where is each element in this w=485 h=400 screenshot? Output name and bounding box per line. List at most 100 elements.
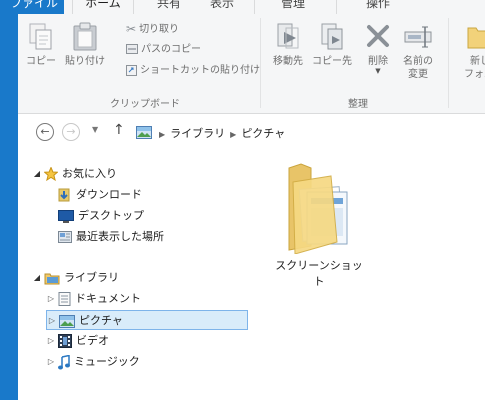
breadcrumb-separator-icon: ▶	[230, 130, 237, 139]
paste-shortcut-label: ショートカットの貼り付け	[140, 65, 260, 76]
rename-icon	[404, 26, 432, 48]
up-arrow-icon: ↑	[113, 122, 125, 138]
copy-to-icon	[321, 23, 343, 50]
copy-to-button[interactable]: コピー先	[310, 22, 354, 68]
nav-item-label: 最近表示した場所	[76, 230, 164, 243]
folder-item-screenshots[interactable]: スクリーンショット	[274, 158, 364, 289]
nav-libraries[interactable]: ◢ ライブラリ	[32, 268, 119, 288]
window-left-edge	[0, 0, 18, 400]
tab-file[interactable]: ファイル	[4, 0, 64, 14]
nav-item-desktop[interactable]: デスクトップ	[56, 206, 144, 226]
shortcut-icon	[126, 65, 137, 76]
pictures-library-icon	[136, 126, 152, 139]
tab-operations[interactable]: 操作	[348, 0, 408, 14]
expand-arrow-icon: ◢	[33, 169, 41, 178]
new-folder-icon	[467, 27, 485, 49]
nav-item-downloads[interactable]: ダウンロード	[56, 185, 142, 205]
group-divider	[448, 18, 449, 108]
copy-to-label: コピー先	[312, 56, 352, 67]
copy-path-label: パスのコピー	[141, 44, 201, 55]
new-folder-label-line2: フォル	[464, 69, 485, 80]
copy-icon	[29, 23, 52, 50]
collapsed-arrow-icon: ▷	[47, 336, 55, 345]
recent-places-icon	[58, 231, 72, 243]
back-arrow-icon: ←	[40, 125, 50, 138]
nav-favorites-label: お気に入り	[62, 167, 117, 180]
chevron-down-icon: ▼	[92, 125, 99, 134]
organize-group-label: 整理	[348, 99, 368, 110]
folder-item-label: スクリーンショット	[275, 259, 363, 288]
ribbon-tabs: ファイル ホーム 共有 表示 管理 操作	[4, 0, 485, 14]
tab-share[interactable]: 共有	[140, 0, 198, 14]
nav-item-documents[interactable]: ▷ ドキュメント	[46, 289, 141, 309]
tab-home[interactable]: ホーム	[72, 0, 134, 14]
tab-divider	[336, 0, 337, 14]
breadcrumb-separator-icon: ▶	[159, 130, 166, 139]
tab-divider	[254, 0, 255, 14]
new-folder-button[interactable]: 新し フォル	[454, 22, 485, 81]
nav-item-label: ビデオ	[76, 334, 109, 347]
recent-locations-button[interactable]: ▼	[92, 125, 98, 134]
move-to-button[interactable]: 移動先	[268, 22, 308, 68]
scissors-icon: ✂	[126, 22, 137, 36]
copy-label: コピー	[26, 56, 56, 67]
folder-icon	[288, 163, 348, 255]
address-bar-row: ← → ▼ ↑ ▶ ライブラリ ▶ ピクチャ	[18, 114, 485, 150]
paste-label: 貼り付け	[65, 56, 105, 67]
expand-arrow-icon: ◢	[33, 273, 41, 282]
chevron-down-icon: ▼	[375, 67, 381, 75]
move-to-icon	[277, 23, 299, 49]
nav-item-pictures[interactable]: ▷ ピクチャ	[46, 310, 248, 330]
forward-arrow-icon: →	[66, 125, 76, 138]
path-icon	[126, 44, 138, 54]
nav-favorites[interactable]: ◢ お気に入り	[32, 164, 117, 184]
forward-button[interactable]: →	[62, 123, 80, 141]
paste-icon	[73, 22, 97, 51]
rename-label-line2: 変更	[408, 69, 428, 80]
file-list-area: スクリーンショット	[254, 152, 485, 400]
documents-icon	[58, 292, 71, 306]
copy-path-button[interactable]: パスのコピー	[126, 41, 201, 59]
rename-label-line1: 名前の	[403, 56, 433, 67]
nav-item-label: デスクトップ	[78, 209, 144, 222]
downloads-icon	[58, 188, 70, 202]
navigation-pane: ◢ お気に入り ダウンロード デスクトップ 最近表示した場所 ◢ ライブラリ ▷ ドキ…	[18, 152, 250, 400]
breadcrumb-libraries[interactable]: ライブラリ	[170, 127, 225, 140]
collapsed-arrow-icon: ▷	[47, 294, 55, 303]
paste-button[interactable]: 貼り付け	[62, 22, 108, 68]
nav-item-label: ダウンロード	[76, 188, 142, 201]
clipboard-group-label: クリップボード	[110, 99, 180, 110]
cut-button[interactable]: ✂ 切り取り	[126, 20, 179, 38]
new-folder-label-line1: 新し	[470, 56, 485, 67]
tab-view[interactable]: 表示	[198, 0, 246, 14]
paste-shortcut-button[interactable]: ショートカットの貼り付け	[126, 62, 260, 80]
cut-label: 切り取り	[139, 24, 180, 35]
nav-libraries-label: ライブラリ	[64, 271, 119, 284]
tab-manage[interactable]: 管理	[266, 0, 320, 14]
delete-button[interactable]: 削除 ▼	[362, 22, 394, 75]
collapsed-arrow-icon: ▷	[48, 316, 56, 325]
explorer-window: ファイル ホーム 共有 表示 管理 操作 コピー 貼り付け ✂ 切り取り パスの…	[4, 0, 485, 400]
star-icon	[44, 167, 58, 181]
collapsed-arrow-icon: ▷	[47, 357, 55, 366]
breadcrumb-pictures[interactable]: ピクチャ	[241, 127, 285, 140]
back-button[interactable]: ←	[36, 123, 54, 141]
nav-item-recent-places[interactable]: 最近表示した場所	[56, 227, 164, 247]
nav-item-videos[interactable]: ▷ ビデオ	[46, 331, 109, 351]
videos-icon	[58, 334, 72, 348]
move-to-label: 移動先	[273, 56, 303, 67]
nav-item-label: ピクチャ	[79, 314, 123, 327]
rename-button[interactable]: 名前の 変更	[398, 22, 438, 81]
library-icon	[44, 273, 60, 285]
group-divider	[260, 18, 261, 108]
nav-item-music[interactable]: ▷ ミュージック	[46, 352, 140, 372]
pictures-icon	[59, 314, 75, 328]
delete-label: 削除	[368, 56, 388, 67]
up-button[interactable]: ↑	[113, 122, 125, 138]
copy-button[interactable]: コピー	[24, 22, 58, 68]
music-note-icon	[58, 354, 70, 369]
breadcrumb: ▶ ライブラリ ▶ ピクチャ	[154, 125, 285, 141]
desktop-icon	[58, 209, 74, 223]
ribbon: コピー 貼り付け ✂ 切り取り パスのコピー ショートカットの貼り付け クリップボ…	[18, 14, 485, 114]
delete-x-icon	[367, 25, 389, 47]
